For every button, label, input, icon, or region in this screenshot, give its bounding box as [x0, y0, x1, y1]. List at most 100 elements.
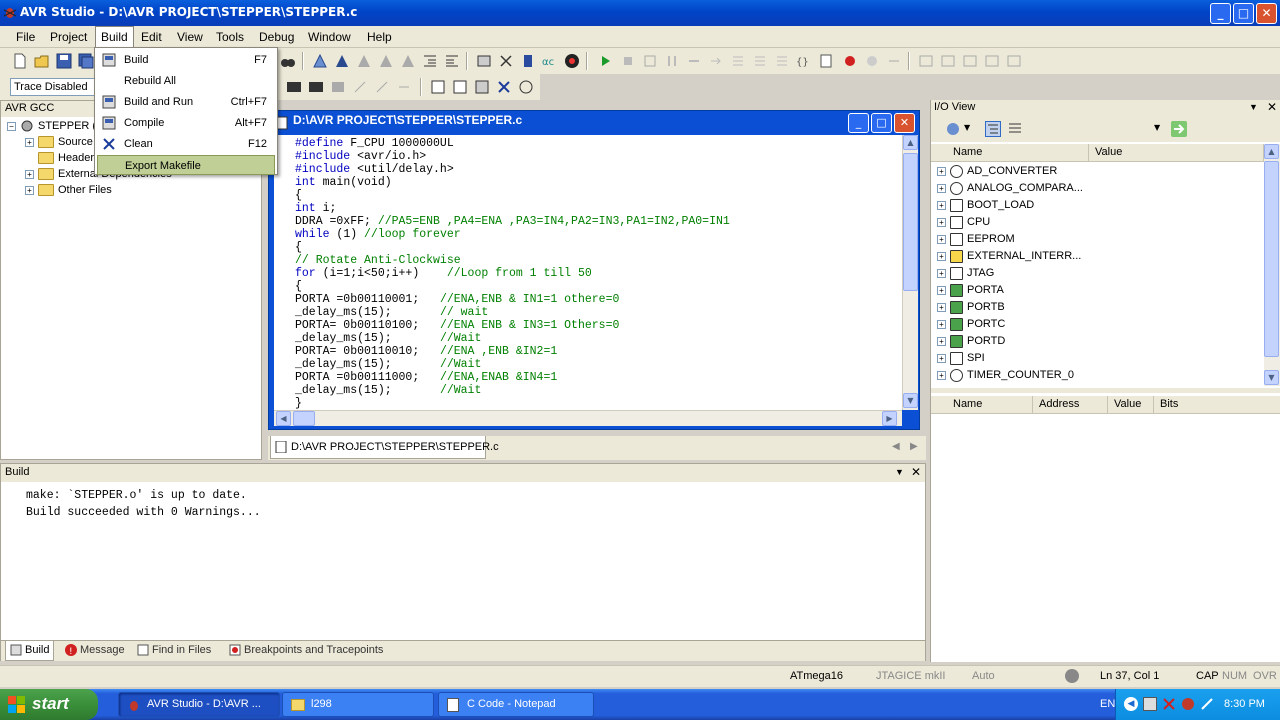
menu-edit[interactable]: Edit [141, 30, 162, 44]
editor-close-button[interactable]: ✕ [894, 113, 915, 133]
next-bookmark-icon[interactable] [334, 53, 350, 69]
source-icon[interactable] [818, 53, 834, 69]
io-scroll-thumb[interactable] [1264, 161, 1279, 357]
remove-breakpoints-icon[interactable] [864, 53, 880, 69]
io-register-row[interactable]: + ANALOG_COMPARA... [937, 180, 1083, 197]
io-register-row[interactable]: + PORTD [937, 333, 1005, 350]
detail-column-address[interactable]: Address [1033, 396, 1108, 414]
language-indicator[interactable]: EN [1100, 698, 1115, 710]
io-vscrollbar[interactable]: ▲ ▼ [1264, 144, 1280, 386]
io-splitter[interactable] [931, 388, 1280, 393]
tb2-icon-9[interactable] [474, 79, 490, 95]
scroll-up-arrow[interactable]: ▲ [903, 135, 918, 150]
avr-icon[interactable] [308, 79, 324, 95]
scroll-thumb[interactable] [903, 153, 918, 291]
io-register-row[interactable]: + AD_CONVERTER [937, 163, 1057, 180]
expand-icon[interactable]: + [937, 217, 946, 227]
tray-expand-icon[interactable]: ◀ [1124, 697, 1138, 711]
trace-select[interactable]: Trace Disabled [10, 78, 100, 96]
expand-icon[interactable]: + [937, 268, 946, 278]
device-icon[interactable] [945, 121, 961, 137]
scroll-right-arrow[interactable]: ▶ [882, 411, 897, 426]
tb2-icon-8[interactable] [452, 79, 468, 95]
tb2-icon-3[interactable] [330, 79, 346, 95]
reset-icon[interactable] [642, 53, 658, 69]
expand-icon[interactable]: + [25, 169, 34, 179]
detail-column-bits[interactable]: Bits [1154, 396, 1280, 414]
con-icon[interactable] [286, 79, 302, 95]
save-icon[interactable] [56, 53, 72, 69]
expand-icon[interactable]: + [25, 185, 34, 195]
compile-icon[interactable]: αc [542, 53, 558, 69]
find-icon[interactable] [280, 53, 296, 69]
expand-icon[interactable]: + [937, 353, 946, 363]
maximize-button[interactable]: □ [1233, 3, 1254, 24]
io-register-row[interactable]: + EXTERNAL_INTERR... [937, 248, 1081, 265]
io-register-row[interactable]: + PORTA [937, 282, 1004, 299]
chip-icon[interactable] [564, 53, 580, 69]
tree-item-header[interactable]: Header [38, 150, 94, 166]
cut-icon[interactable] [498, 53, 514, 69]
expand-icon[interactable]: + [25, 137, 34, 147]
tab-build[interactable]: Build [5, 641, 55, 661]
dropdown-arrow-icon[interactable]: ▼ [895, 467, 904, 477]
scroll-left-arrow[interactable]: ◀ [276, 411, 291, 426]
task-l298[interactable]: l298 [282, 692, 434, 717]
tab-find-in-files[interactable]: Find in Files [133, 641, 215, 661]
stop-icon[interactable] [620, 53, 636, 69]
io-register-row[interactable]: + CPU [937, 214, 990, 231]
tab-prev-arrow[interactable]: ◀ [892, 441, 900, 452]
breakpoint-icon[interactable] [842, 53, 858, 69]
detail-column-value[interactable]: Value [1108, 396, 1154, 414]
step-out-icon[interactable] [730, 53, 746, 69]
tab-message[interactable]: ! Message [61, 641, 129, 661]
hscroll-thumb[interactable] [293, 411, 315, 426]
menu-item-build[interactable]: Build F7 [97, 50, 275, 70]
horizontal-scrollbar[interactable]: ◀ ▶ [274, 410, 902, 426]
memory-icon[interactable] [476, 53, 492, 69]
expand-icon[interactable]: + [937, 319, 946, 329]
task-avr-studio[interactable]: AVR Studio - D:\AVR ... [118, 692, 280, 717]
menu-build[interactable]: Build [95, 26, 134, 48]
minimize-button[interactable]: _ [1210, 3, 1231, 24]
editor-maximize-button[interactable]: □ [871, 113, 892, 133]
outdent-icon[interactable] [444, 53, 460, 69]
menu-debug[interactable]: Debug [259, 30, 294, 44]
tree-item-source[interactable]: + Source [25, 134, 93, 150]
document-tab[interactable]: D:\AVR PROJECT\STEPPER\STEPPER.c [270, 436, 499, 459]
io-scroll-down-arrow[interactable]: ▼ [1264, 370, 1279, 385]
tree-root[interactable]: − STEPPER ( [7, 118, 96, 134]
menu-view[interactable]: View [177, 30, 203, 44]
io-register-row[interactable]: + PORTC [937, 316, 1005, 333]
window-icon-5[interactable] [1006, 53, 1022, 69]
tray-app-icon-2[interactable] [1162, 697, 1176, 711]
menu-item-build-and-run[interactable]: Build and Run Ctrl+F7 [97, 92, 275, 112]
go-arrow-icon[interactable] [1171, 121, 1187, 137]
run-to-cursor-icon[interactable] [752, 53, 768, 69]
program-icon[interactable] [520, 53, 536, 69]
editor-minimize-button[interactable]: _ [848, 113, 869, 133]
expand-icon[interactable]: + [937, 302, 946, 312]
io-column-value[interactable]: Value [1089, 144, 1264, 162]
search-dropdown-arrow[interactable]: ▼ [1154, 123, 1160, 132]
tray-app-icon-4[interactable] [1200, 697, 1214, 711]
pause-icon[interactable] [664, 53, 680, 69]
expand-icon[interactable]: + [937, 285, 946, 295]
expand-icon[interactable]: + [937, 183, 946, 193]
expand-icon[interactable]: + [937, 251, 946, 261]
menu-project[interactable]: Project [50, 30, 87, 44]
close-button[interactable]: ✕ [1256, 3, 1277, 24]
expand-icon[interactable]: + [937, 200, 946, 210]
tb2-icon-4[interactable] [352, 79, 368, 95]
watch-icon[interactable] [886, 53, 902, 69]
new-file-icon[interactable] [12, 53, 28, 69]
window-icon-1[interactable] [918, 53, 934, 69]
tray-app-icon-1[interactable] [1143, 697, 1157, 711]
panel-close-icon[interactable]: ✕ [1267, 100, 1277, 114]
vertical-scrollbar[interactable]: ▲ ▼ [902, 135, 918, 410]
prev-bookmark-icon[interactable] [356, 53, 372, 69]
tray-app-icon-3[interactable] [1181, 697, 1195, 711]
io-register-row[interactable]: + TIMER_COUNTER_0 [937, 367, 1074, 384]
io-register-row[interactable]: + EEPROM [937, 231, 1015, 248]
tb2-icon-11[interactable] [518, 79, 534, 95]
